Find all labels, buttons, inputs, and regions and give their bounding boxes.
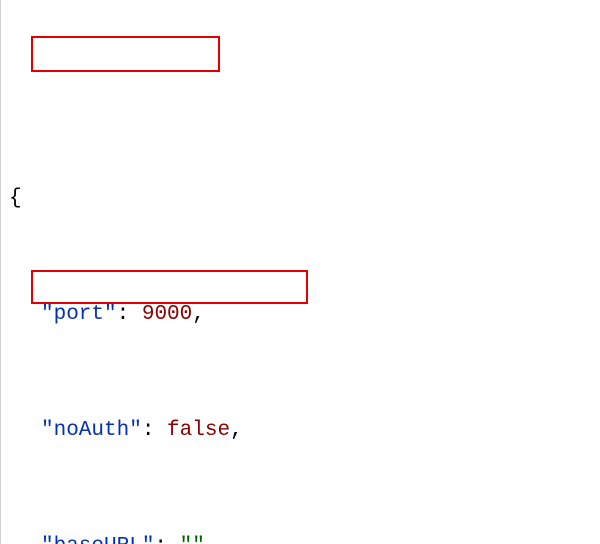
key-noAuth: "noAuth" [41,419,142,442]
highlight-port [31,36,220,72]
val-noAuth: false [167,419,230,442]
key-baseURL: "baseURL" [41,535,154,544]
json-config-block: { "port": 9000, "noAuth": false, "baseUR… [0,0,600,544]
line-open-brace: { [9,184,600,213]
val-port: 9000 [142,303,192,326]
line-baseURL: "baseURL": "", [9,532,600,544]
key-port: "port" [41,303,117,326]
highlight-scope [31,270,308,304]
line-noAuth: "noAuth": false, [9,416,600,445]
line-port: "port": 9000, [9,300,600,329]
open-brace: { [9,187,22,210]
val-baseURL: "" [180,535,205,544]
